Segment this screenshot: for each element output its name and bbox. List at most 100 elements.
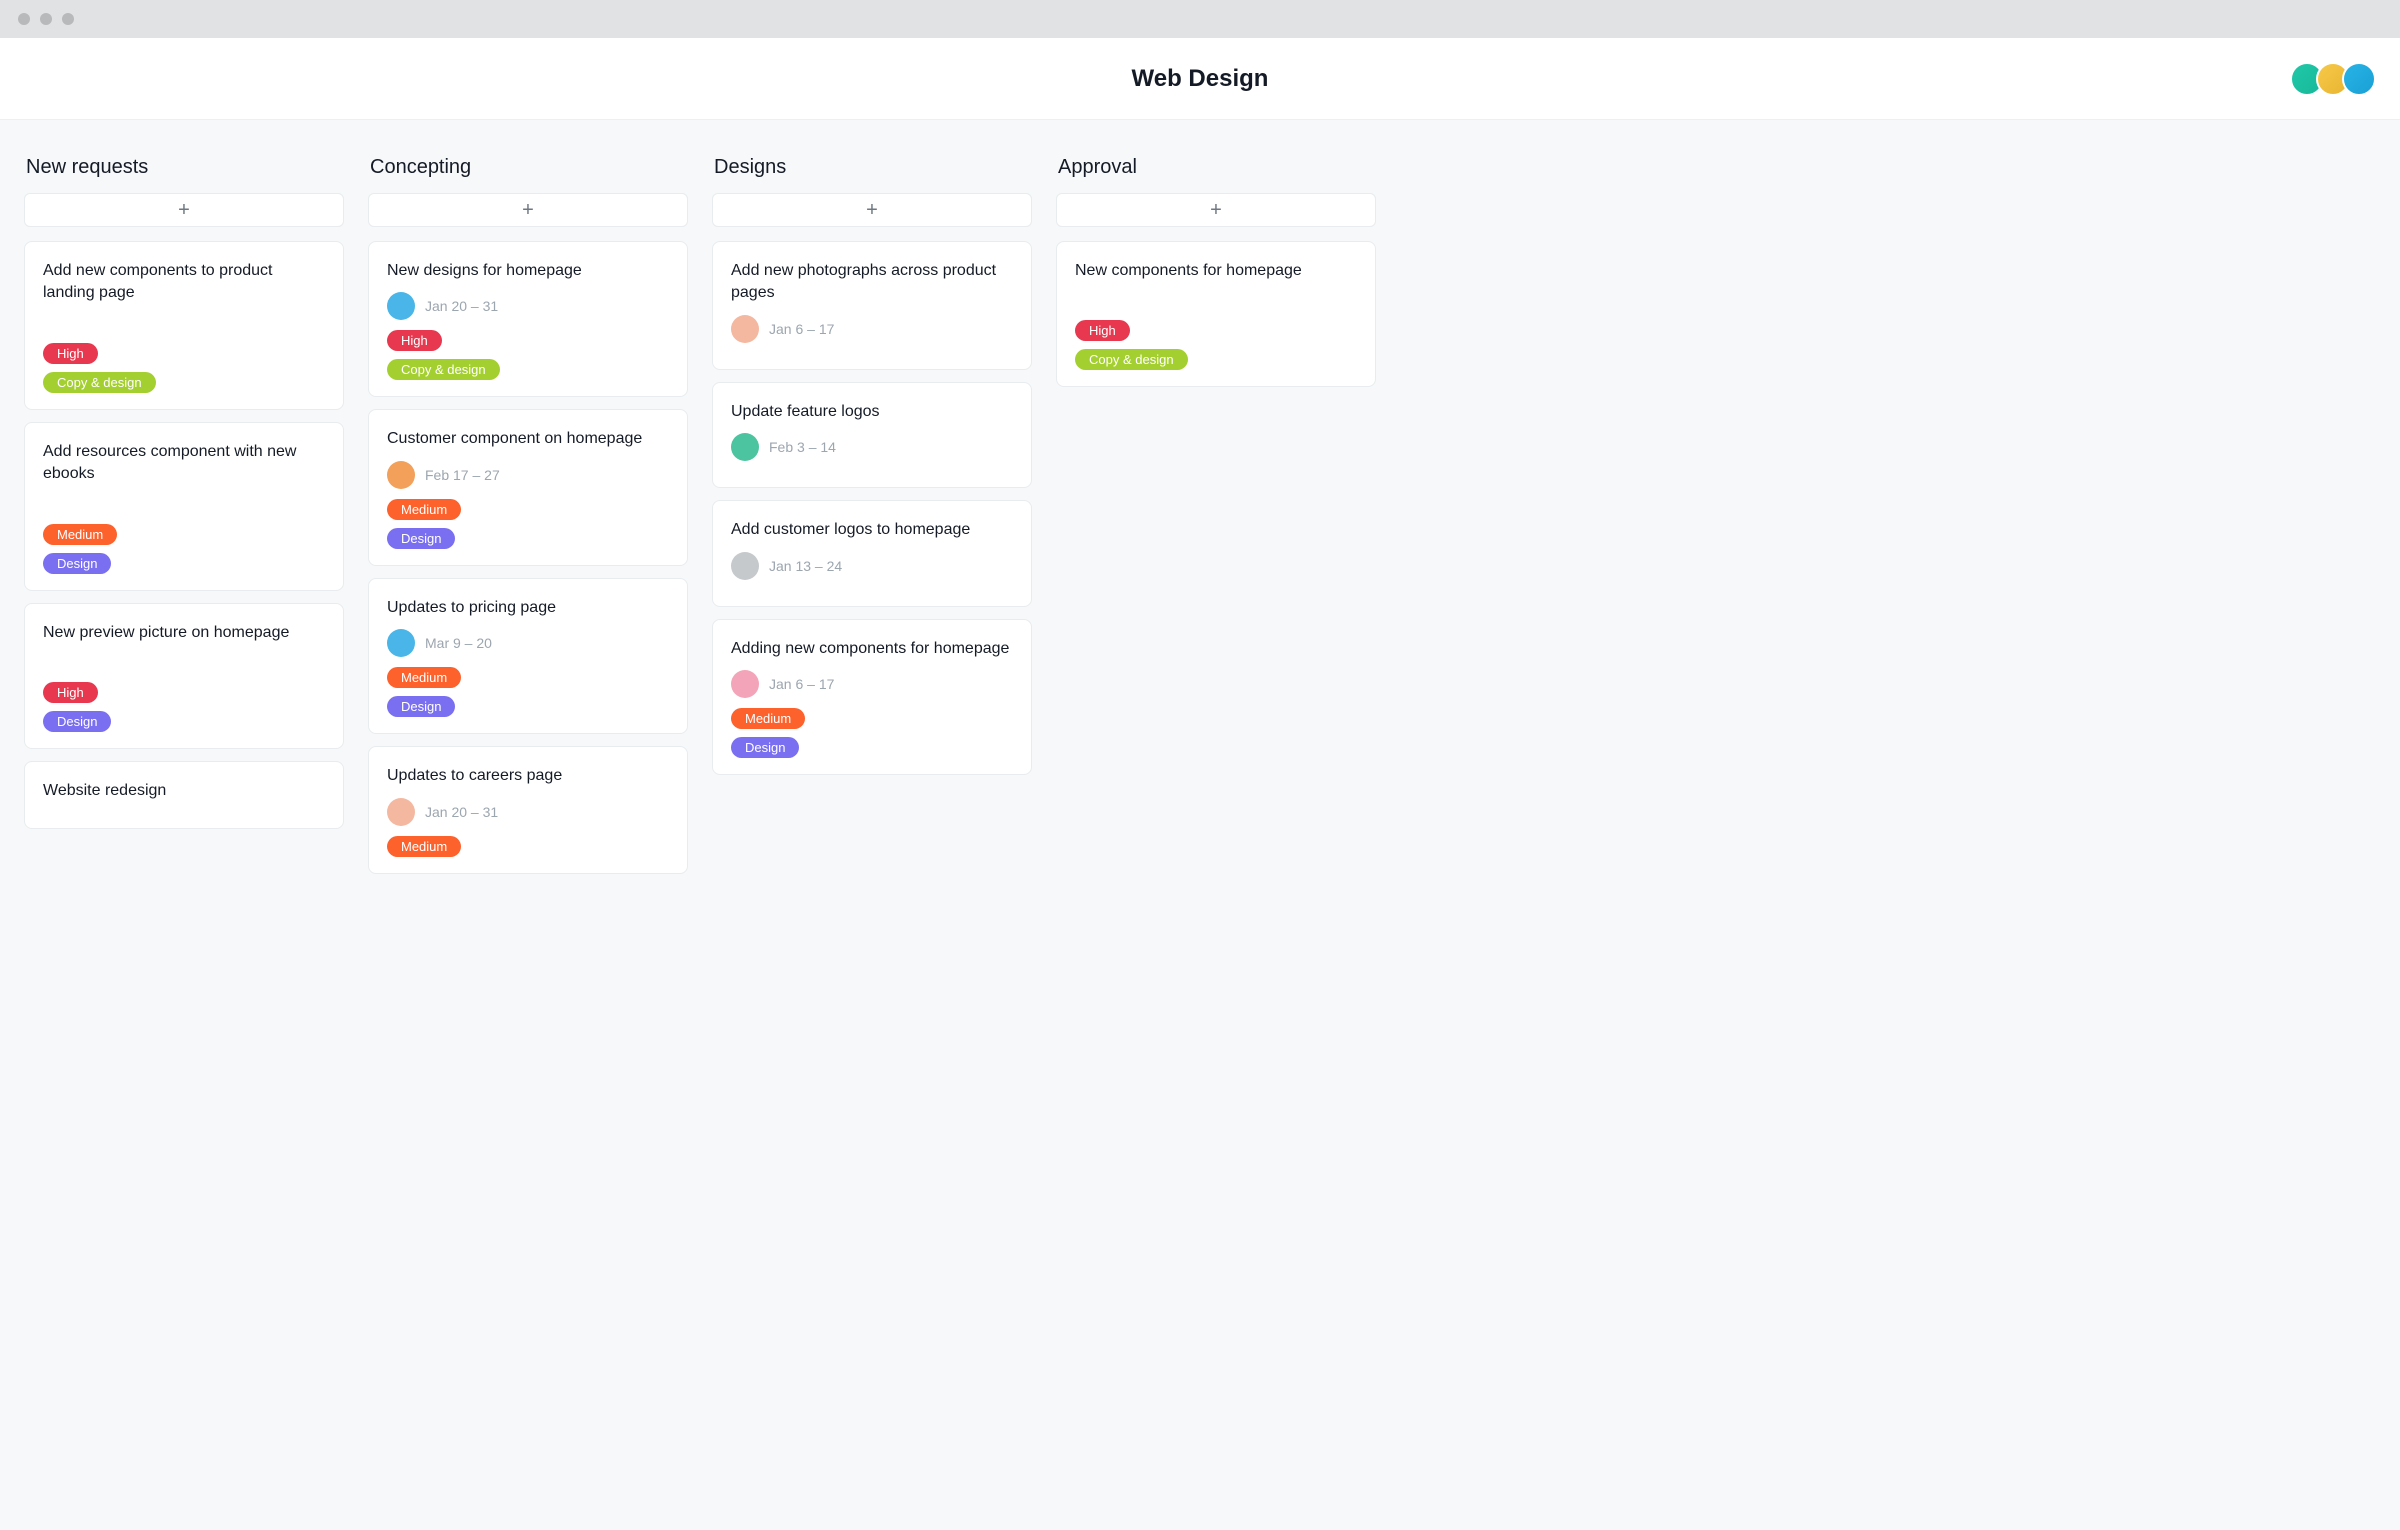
task-card[interactable]: Add new components to product landing pa… <box>24 241 344 410</box>
task-card[interactable]: Website redesign <box>24 761 344 829</box>
card-meta: Jan 20 – 31 <box>387 292 669 320</box>
assignee-avatar[interactable] <box>387 461 415 489</box>
tag-copydesign[interactable]: Copy & design <box>43 372 156 393</box>
tag-design[interactable]: Design <box>731 737 799 758</box>
card-spacer <box>43 654 325 682</box>
card-date: Jan 20 – 31 <box>425 298 498 314</box>
card-meta: Feb 3 – 14 <box>731 433 1013 461</box>
task-card[interactable]: Add new photographs across product pages… <box>712 241 1032 370</box>
card-tags: Medium Design <box>387 499 669 549</box>
card-title: Website redesign <box>43 780 325 802</box>
tag-design[interactable]: Design <box>387 696 455 717</box>
task-card[interactable]: Updates to careers pageJan 20 – 31Medium <box>368 746 688 873</box>
card-tags: High Copy & design <box>43 343 325 393</box>
tag-copydesign[interactable]: Copy & design <box>387 359 500 380</box>
card-spacer <box>43 315 325 343</box>
add-card-button[interactable]: + <box>1056 193 1376 227</box>
card-tags: High Copy & design <box>1075 320 1357 370</box>
task-card[interactable]: New designs for homepage Jan 20 – 31 High C… <box>368 241 688 397</box>
card-title: Add new photographs across product pages <box>731 260 1013 305</box>
card-meta: Feb 17 – 27 <box>387 461 669 489</box>
board-column: Approval + New components for homepage High… <box>1056 156 1376 399</box>
tag-high[interactable]: High <box>43 343 98 364</box>
card-date: Feb 17 – 27 <box>425 467 500 483</box>
card-tags: High Design <box>43 682 325 732</box>
traffic-light-maximize[interactable] <box>62 13 74 25</box>
column-title[interactable]: Concepting <box>368 156 688 179</box>
card-title: Add customer logos to homepage <box>731 519 1013 541</box>
card-tags: Medium Design <box>43 524 325 574</box>
card-title: New components for homepage <box>1075 260 1357 282</box>
kanban-board: New requests + Add new components to produ… <box>0 120 2400 926</box>
tag-medium[interactable]: Medium <box>43 524 117 545</box>
card-title: New preview picture on homepage <box>43 622 325 644</box>
task-card[interactable]: Add resources component with new ebooks M… <box>24 422 344 591</box>
tag-design[interactable]: Design <box>43 553 111 574</box>
column-title[interactable]: Designs <box>712 156 1032 179</box>
assignee-avatar[interactable] <box>731 552 759 580</box>
card-date: Jan 13 – 24 <box>769 558 842 574</box>
assignee-avatar[interactable] <box>731 433 759 461</box>
board-column: Concepting + New designs for homepage Jan 2… <box>368 156 688 886</box>
tag-high[interactable]: High <box>1075 320 1130 341</box>
card-title: New designs for homepage <box>387 260 669 282</box>
assignee-avatar[interactable] <box>731 315 759 343</box>
board-column: Designs + Add new photographs across produ… <box>712 156 1032 787</box>
tag-high[interactable]: High <box>43 682 98 703</box>
task-card[interactable]: Add customer logos to homepage Jan 13 – 2… <box>712 500 1032 606</box>
card-tags: Medium <box>387 836 669 857</box>
card-spacer <box>43 496 325 524</box>
traffic-light-minimize[interactable] <box>40 13 52 25</box>
card-title: Updates to pricing page <box>387 597 669 619</box>
card-date: Mar 9 – 20 <box>425 635 492 651</box>
board-column: New requests + Add new components to produ… <box>24 156 344 841</box>
card-title: Customer component on homepage <box>387 428 669 450</box>
assignee-avatar[interactable] <box>387 798 415 826</box>
column-title[interactable]: Approval <box>1056 156 1376 179</box>
card-meta: Jan 13 – 24 <box>731 552 1013 580</box>
assignee-avatar[interactable] <box>387 629 415 657</box>
traffic-light-close[interactable] <box>18 13 30 25</box>
tag-design[interactable]: Design <box>43 711 111 732</box>
card-title: Add resources component with new ebooks <box>43 441 325 486</box>
tag-high[interactable]: High <box>387 330 442 351</box>
tag-medium[interactable]: Medium <box>387 667 461 688</box>
card-spacer <box>1075 292 1357 320</box>
task-card[interactable]: Customer component on homepage Feb 17 – 2… <box>368 409 688 565</box>
card-tags: High Copy & design <box>387 330 669 380</box>
tag-copydesign[interactable]: Copy & design <box>1075 349 1188 370</box>
task-card[interactable]: Adding new components for homepage Jan 6 … <box>712 619 1032 775</box>
avatar[interactable] <box>2342 62 2376 96</box>
card-date: Jan 20 – 31 <box>425 804 498 820</box>
tag-medium[interactable]: Medium <box>731 708 805 729</box>
card-tags: Medium Design <box>387 667 669 717</box>
task-card[interactable]: New preview picture on homepage High Desig… <box>24 603 344 749</box>
card-meta: Jan 6 – 17 <box>731 315 1013 343</box>
page-title: Web Design <box>1132 65 1269 93</box>
card-title: Adding new components for homepage <box>731 638 1013 660</box>
column-title[interactable]: New requests <box>24 156 344 179</box>
card-date: Jan 6 – 17 <box>769 676 834 692</box>
card-meta: Mar 9 – 20 <box>387 629 669 657</box>
card-tags: Medium Design <box>731 708 1013 758</box>
tag-design[interactable]: Design <box>387 528 455 549</box>
task-card[interactable]: Update feature logos Feb 3 – 14 <box>712 382 1032 488</box>
tag-medium[interactable]: Medium <box>387 499 461 520</box>
header: Web Design <box>0 38 2400 120</box>
member-avatars[interactable] <box>2298 62 2376 96</box>
add-card-button[interactable]: + <box>368 193 688 227</box>
card-date: Feb 3 – 14 <box>769 439 836 455</box>
tag-medium[interactable]: Medium <box>387 836 461 857</box>
card-title: Add new components to product landing pa… <box>43 260 325 305</box>
window-chrome <box>0 0 2400 38</box>
assignee-avatar[interactable] <box>387 292 415 320</box>
card-title: Update feature logos <box>731 401 1013 423</box>
add-card-button[interactable]: + <box>24 193 344 227</box>
task-card[interactable]: New components for homepage High Copy & de… <box>1056 241 1376 387</box>
card-meta: Jan 6 – 17 <box>731 670 1013 698</box>
add-card-button[interactable]: + <box>712 193 1032 227</box>
assignee-avatar[interactable] <box>731 670 759 698</box>
card-meta: Jan 20 – 31 <box>387 798 669 826</box>
card-date: Jan 6 – 17 <box>769 321 834 337</box>
task-card[interactable]: Updates to pricing page Mar 9 – 20 Medium D… <box>368 578 688 734</box>
